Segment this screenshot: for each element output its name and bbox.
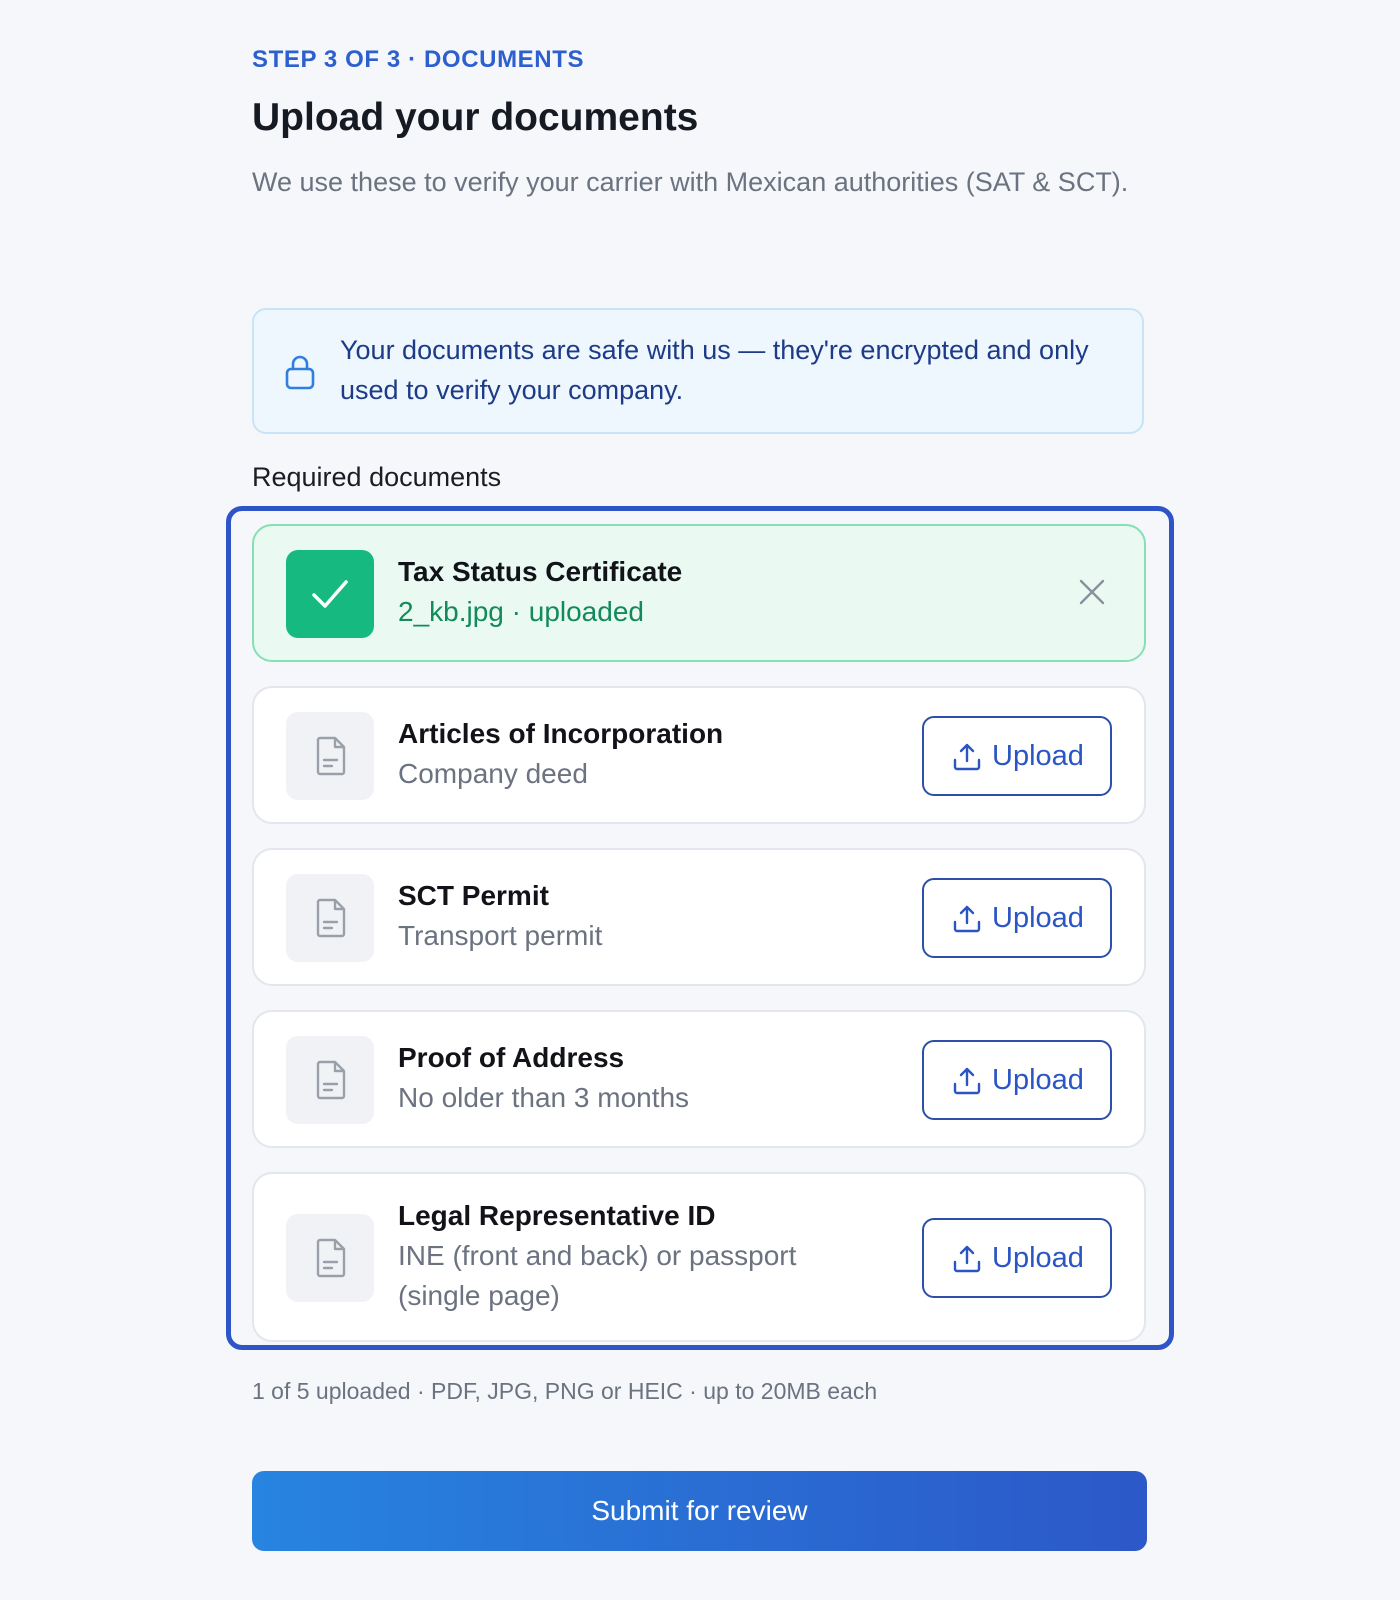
document-tile xyxy=(286,712,374,800)
document-icon xyxy=(316,736,346,776)
upload-button-label: Upload xyxy=(992,902,1084,934)
check-icon xyxy=(312,580,348,608)
upload-button-label: Upload xyxy=(992,1064,1084,1096)
document-tile xyxy=(286,1214,374,1302)
upload-icon xyxy=(953,905,981,933)
document-name: Tax Status Certificate xyxy=(398,556,683,587)
document-detail: 2_kb.jpg · uploaded xyxy=(398,596,644,627)
upload-progress-note: 1 of 5 uploaded · PDF, JPG, PNG or HEIC … xyxy=(252,1378,878,1404)
document-card-proof-of-address: Proof of Address No older than 3 months … xyxy=(252,1010,1146,1148)
required-documents-label: Required documents xyxy=(252,462,502,492)
document-name: Legal Representative ID xyxy=(398,1200,716,1231)
upload-icon xyxy=(953,743,981,771)
document-name: Articles of Incorporation xyxy=(398,718,724,749)
upload-icon xyxy=(953,1067,981,1095)
upload-button[interactable]: Upload xyxy=(922,716,1112,796)
upload-button[interactable]: Upload xyxy=(922,1040,1112,1120)
document-card-tax-status-certificate: Tax Status Certificate 2_kb.jpg · upload… xyxy=(252,524,1146,662)
page-subtitle: We use these to verify your carrier with… xyxy=(252,167,1129,197)
document-detail: INE (front and back) or passport (single… xyxy=(398,1240,797,1311)
document-name: SCT Permit xyxy=(398,880,549,911)
page-title: Upload your documents xyxy=(252,96,699,139)
document-detail: Company deed xyxy=(398,758,588,789)
document-icon xyxy=(316,1238,346,1278)
close-icon[interactable] xyxy=(1078,578,1106,606)
document-tile xyxy=(286,1036,374,1124)
uploaded-tile xyxy=(286,550,374,638)
document-icon xyxy=(316,898,346,938)
security-notice: Your documents are safe with us — they'r… xyxy=(252,308,1144,434)
document-detail: Transport permit xyxy=(398,920,603,951)
upload-button[interactable]: Upload xyxy=(922,1218,1112,1298)
document-icon xyxy=(316,1060,346,1100)
document-card-sct-permit: SCT Permit Transport permit Upload xyxy=(252,848,1146,986)
document-tile xyxy=(286,874,374,962)
upload-icon xyxy=(953,1245,981,1273)
document-detail: No older than 3 months xyxy=(398,1082,690,1113)
lock-icon xyxy=(285,355,315,390)
document-card-legal-representative-id: Legal Representative ID INE (front and b… xyxy=(252,1172,1146,1342)
upload-button-label: Upload xyxy=(992,1242,1084,1274)
document-name: Proof of Address xyxy=(398,1042,625,1073)
step-indicator: STEP 3 OF 3 · DOCUMENTS xyxy=(252,46,585,73)
submit-for-review-button[interactable]: Submit for review xyxy=(252,1471,1147,1551)
upload-button-label: Upload xyxy=(992,740,1084,772)
document-card-articles-of-incorporation: Articles of Incorporation Company deed U… xyxy=(252,686,1146,824)
security-notice-text: Your documents are safe with us — they'r… xyxy=(340,335,1089,405)
upload-button[interactable]: Upload xyxy=(922,878,1112,958)
